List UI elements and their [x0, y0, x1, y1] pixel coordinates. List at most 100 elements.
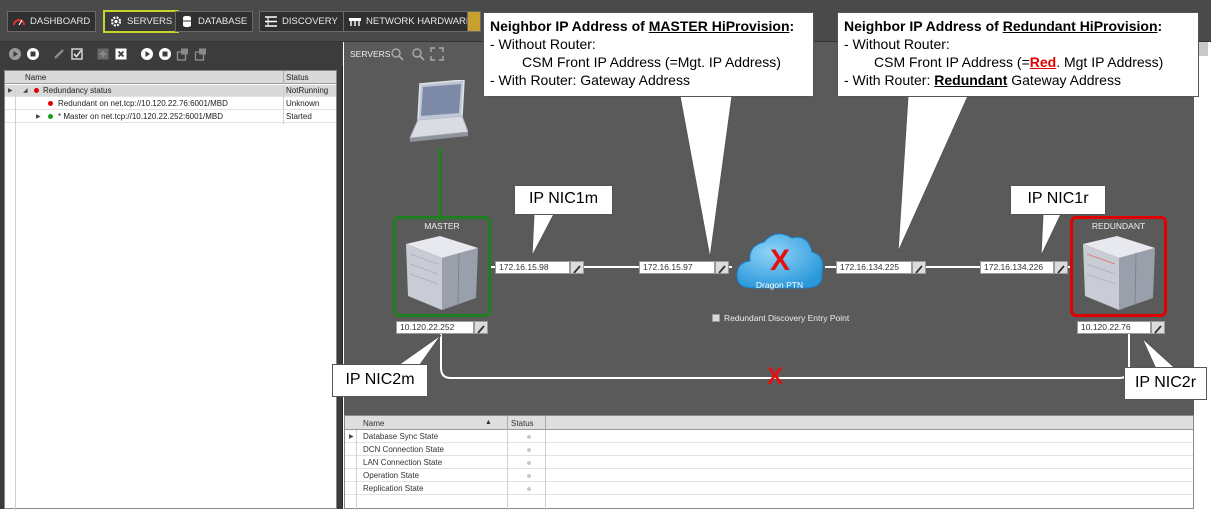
sort-ascending-icon[interactable]: ▲: [485, 419, 492, 426]
server-icon: [406, 236, 478, 310]
tree-row[interactable]: ▶ ◢ Redundancy status NotRunning: [5, 85, 336, 97]
dragon-ptn-label: Dragon PTN: [755, 280, 804, 290]
nav-database-button[interactable]: DATABASE: [175, 11, 254, 32]
callout-redundant-line3-prefix: - With Router:: [844, 72, 935, 88]
redundant-discovery-checkbox[interactable]: [712, 314, 720, 322]
callout-redundant-line3-suffix: Gateway Address: [1007, 72, 1121, 88]
callout-redundant-line2-emph: Red: [1029, 54, 1057, 70]
discovery-icon: [265, 16, 277, 27]
nav-dashboard-button[interactable]: DASHBOARD: [7, 11, 97, 32]
nav-more-button[interactable]: [467, 11, 481, 32]
dashboard-icon: [13, 19, 25, 26]
callout-redundant-title-emph: Redundant HiProvision: [1002, 18, 1158, 34]
callout-master-title-suffix: :: [789, 18, 795, 34]
expand-icon[interactable]: ▶: [8, 87, 13, 94]
callout-redundant-line3-emph: Redundant: [934, 72, 1008, 88]
import-icon[interactable]: [194, 47, 208, 61]
edit-pencil-icon[interactable]: [570, 261, 584, 274]
edit-pencil-icon[interactable]: [1054, 261, 1068, 274]
redundant-server-node[interactable]: REDUNDANT: [1070, 216, 1167, 317]
grid-col-name[interactable]: Name: [363, 419, 384, 428]
tree-row-name: * Master on net.tcp://10.120.22.252:6001…: [58, 112, 223, 121]
callout-master-line2: CSM Front IP Address (=Mgt. IP Address): [522, 54, 781, 70]
redundant-server-label: REDUNDANT: [1091, 221, 1146, 231]
table-row[interactable]: DCN Connection State: [345, 444, 1193, 456]
stop-server-icon[interactable]: [158, 47, 172, 61]
play-icon[interactable]: [8, 47, 22, 61]
server-details-panel: Name ▲ Status ▶ Database Sync State DCN …: [344, 407, 1194, 510]
ip-label-redundant-mgmt[interactable]: 10.120.22.76: [1077, 321, 1151, 334]
direct-redundancy-link: [440, 332, 1130, 379]
servers-tree-table: Name Status ▶ ◢ Redundancy status NotRun…: [4, 70, 337, 510]
delete-icon[interactable]: [114, 47, 128, 61]
tree-col-name[interactable]: Name: [25, 73, 46, 82]
callout-redundant-title-suffix: :: [1157, 18, 1163, 34]
zoom-out-icon[interactable]: [411, 47, 425, 61]
tree-row[interactable]: Redundant on net.tcp://10.120.22.76:6001…: [5, 98, 336, 110]
ip-label-redundant-nic1[interactable]: 172.16.134.226: [980, 261, 1054, 274]
tree-row[interactable]: ▶ * Master on net.tcp://10.120.22.252:60…: [5, 111, 336, 123]
edit-pencil-icon[interactable]: [474, 321, 488, 334]
tree-row-name: Redundancy status: [43, 86, 112, 95]
callout-redundant-title-prefix: Neighbor IP Address of: [844, 18, 1003, 34]
nav-network-hardware-label: NETWORK HARDWARE: [366, 16, 473, 27]
status-dot-icon: [48, 114, 53, 119]
nav-network-hardware-button[interactable]: NETWORK HARDWARE: [343, 11, 479, 32]
checkbox-icon[interactable]: [70, 47, 84, 61]
callout-redundant-neighbor-ip: Neighbor IP Address of Redundant HiProvi…: [837, 12, 1199, 97]
callout-master-title-emph: MASTER HiProvision: [648, 18, 790, 34]
callout-pointer-nic2r: [1141, 337, 1178, 370]
stop-icon[interactable]: [26, 47, 40, 61]
table-row[interactable]: Operation State: [345, 470, 1193, 482]
grid-row-name: DCN Connection State: [363, 445, 444, 454]
callout-nic1m: IP NIC1m: [514, 185, 613, 215]
nav-database-label: DATABASE: [198, 16, 248, 27]
status-dot-icon: [48, 101, 53, 106]
edit-pencil-icon[interactable]: [1151, 321, 1165, 334]
nav-discovery-button[interactable]: DISCOVERY: [259, 11, 344, 32]
redundant-discovery-label: Redundant Discovery Entry Point: [724, 313, 850, 323]
topology-toolbar-label: SERVERS: [350, 49, 391, 59]
nav-dashboard-label: DASHBOARD: [30, 16, 91, 27]
start-server-icon[interactable]: [140, 47, 154, 61]
servers-toolbar: [0, 42, 343, 66]
right-scroll-strip[interactable]: [1194, 42, 1211, 509]
status-dot-icon: [527, 474, 531, 478]
status-dot-icon: [34, 88, 39, 93]
add-icon[interactable]: [96, 47, 110, 61]
edit-pencil-icon[interactable]: [912, 261, 926, 274]
callout-master-line3: - With Router: Gateway Address: [490, 72, 690, 88]
nav-servers-label: SERVERS: [127, 16, 173, 27]
zoom-in-icon[interactable]: [390, 47, 404, 61]
grid-row-name: Database Sync State: [363, 432, 439, 441]
tree-col-status[interactable]: Status: [286, 73, 309, 82]
status-dot-icon: [527, 448, 531, 452]
ip-label-ptn-right[interactable]: 172.16.134.225: [836, 261, 912, 274]
callout-master-line1: - Without Router:: [490, 36, 596, 52]
table-row[interactable]: LAN Connection State: [345, 457, 1193, 469]
expand-icon[interactable]: ▶: [349, 433, 354, 440]
edit-pencil-icon[interactable]: [715, 261, 729, 274]
laptop-icon[interactable]: [406, 80, 468, 148]
expand-icon[interactable]: ▶: [36, 113, 41, 120]
callout-nic1r: IP NIC1r: [1010, 185, 1106, 215]
export-icon[interactable]: [176, 47, 190, 61]
callout-pointer-master: [679, 96, 733, 259]
ip-label-ptn-left[interactable]: 172.16.15.97: [639, 261, 715, 274]
database-icon: [183, 15, 191, 28]
tree-row-name: Redundant on net.tcp://10.120.22.76:6001…: [58, 99, 228, 108]
edit-icon[interactable]: [52, 47, 66, 61]
link-failure-x-icon: X: [767, 363, 784, 390]
grid-col-status[interactable]: Status: [511, 419, 534, 428]
ip-label-master-nic1[interactable]: 172.16.15.98: [495, 261, 570, 274]
callout-redundant-line2-prefix: CSM Front IP Address (=: [874, 54, 1030, 70]
callout-pointer-nic1r: [1040, 214, 1062, 257]
table-row[interactable]: Replication State: [345, 483, 1193, 495]
collapse-icon[interactable]: ◢: [23, 87, 28, 94]
nav-discovery-label: DISCOVERY: [282, 16, 338, 27]
table-row[interactable]: ▶ Database Sync State: [345, 431, 1193, 443]
nav-servers-button[interactable]: SERVERS: [103, 10, 180, 33]
server-icon: [1083, 236, 1155, 310]
master-server-node[interactable]: MASTER: [393, 216, 491, 317]
fit-to-screen-icon[interactable]: [430, 47, 444, 61]
